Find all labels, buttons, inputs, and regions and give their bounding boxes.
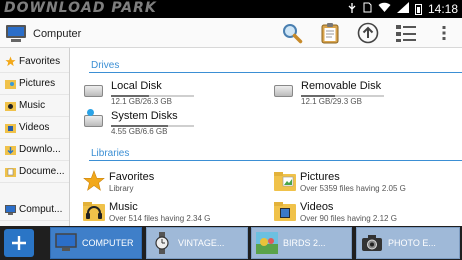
computer-icon <box>5 25 27 43</box>
sidebar-item-videos[interactable]: Videos <box>0 117 69 139</box>
watch-icon <box>151 232 173 254</box>
sidebar-item-label: Comput... <box>19 204 63 215</box>
video-folder-icon <box>274 200 296 222</box>
computer-icon <box>55 232 77 254</box>
picture-folder-icon <box>5 78 16 89</box>
section-divider <box>89 72 462 73</box>
library-desc: Over 514 files having 2.34 G <box>109 214 211 223</box>
watermark: DOWNLOAD PARK <box>4 0 157 16</box>
drive-size: 12.1 GB/26.3 GB <box>111 97 172 106</box>
sidebar-item-label: Pictures <box>19 78 56 89</box>
clipboard-button[interactable] <box>312 18 348 48</box>
star-icon <box>5 56 16 67</box>
library-favorites[interactable]: Favorites Library <box>83 170 263 198</box>
sidebar: Favorites Pictures Music Videos Downlo..… <box>0 48 70 226</box>
action-bar: Computer <box>0 18 462 48</box>
image-icon <box>256 232 278 254</box>
system-disk-icon <box>84 109 103 127</box>
up-button[interactable] <box>350 18 386 48</box>
overflow-menu-button[interactable] <box>426 18 462 48</box>
main-content: Drives Local Disk 12.1 GB/26.3 GB Remova… <box>81 48 462 226</box>
library-desc: Over 5359 files having 2.05 G <box>300 184 406 193</box>
page-title: Computer <box>33 28 82 40</box>
tab-label: BIRDS 2... <box>283 238 326 248</box>
sidebar-item-label: Music <box>19 100 46 111</box>
drive-removable-disk[interactable]: Removable Disk 12.1 GB/29.3 GB <box>274 80 459 108</box>
library-name: Favorites <box>109 171 155 183</box>
tab-computer[interactable]: COMPUTER <box>50 227 142 259</box>
wifi-icon <box>378 2 391 16</box>
document-folder-icon <box>5 166 16 177</box>
battery-icon <box>414 3 422 15</box>
section-title-libraries: Libraries <box>91 148 130 159</box>
sidebar-item-downloads[interactable]: Downlo... <box>0 139 69 161</box>
tab-birds[interactable]: BIRDS 2... <box>251 227 352 259</box>
location-title[interactable]: Computer <box>5 23 81 45</box>
drive-name: System Disks <box>111 110 178 122</box>
clipboard-icon <box>321 23 339 44</box>
view-mode-button[interactable] <box>388 18 424 48</box>
drive-system-disks[interactable]: System Disks 4.55 GB/6.6 GB <box>84 109 264 138</box>
library-desc: Library <box>109 184 134 193</box>
hard-disk-icon <box>84 85 103 97</box>
toolbar <box>274 18 462 48</box>
sidebar-item-label: Downlo... <box>19 144 61 155</box>
library-music[interactable]: Music Over 514 files having 2.34 G <box>83 200 263 228</box>
drive-name: Removable Disk <box>301 80 382 92</box>
status-bar: DOWNLOAD PARK 14:18 <box>0 0 462 18</box>
star-icon <box>83 170 105 192</box>
section-divider <box>89 160 462 161</box>
library-pictures[interactable]: Pictures Over 5359 files having 2.05 G <box>274 170 460 198</box>
drive-name: Local Disk <box>111 80 162 92</box>
search-icon <box>283 24 303 44</box>
library-name: Music <box>109 201 138 213</box>
plus-icon <box>12 236 26 250</box>
search-button[interactable] <box>274 18 310 48</box>
clock: 14:18 <box>427 2 458 16</box>
up-arrow-icon <box>357 22 379 44</box>
sidebar-item-computer[interactable]: Comput... <box>0 199 69 221</box>
library-name: Pictures <box>300 171 340 183</box>
task-bar: COMPUTER VINTAGE... BIRDS 2... PHOTO E..… <box>0 226 462 260</box>
status-icons: 14:18 <box>347 0 458 18</box>
section-title-drives: Drives <box>91 60 120 71</box>
drive-size: 4.55 GB/6.6 GB <box>111 127 168 136</box>
library-desc: Over 90 files having 2.12 G <box>300 214 397 223</box>
tab-photo-editor[interactable]: PHOTO E... <box>356 227 460 259</box>
picture-folder-icon <box>274 170 296 192</box>
view-mode-icon <box>396 25 416 42</box>
tab-label: COMPUTER <box>82 238 134 248</box>
sidebar-item-label: Docume... <box>19 166 65 177</box>
sim-icon <box>363 2 372 16</box>
sidebar-item-documents[interactable]: Docume... <box>0 161 69 183</box>
drive-size: 12.1 GB/29.3 GB <box>301 97 362 106</box>
computer-icon <box>5 204 16 215</box>
overflow-menu-icon <box>442 26 446 40</box>
tab-label: PHOTO E... <box>388 238 436 248</box>
drive-local-disk[interactable]: Local Disk 12.1 GB/26.3 GB <box>84 80 264 108</box>
sidebar-item-music[interactable]: Music <box>0 95 69 117</box>
sidebar-item-label: Videos <box>19 122 50 133</box>
tab-label: VINTAGE... <box>178 238 225 248</box>
library-videos[interactable]: Videos Over 90 files having 2.12 G <box>274 200 460 228</box>
usb-icon <box>347 2 357 16</box>
music-folder-icon <box>83 200 105 222</box>
tab-vintage[interactable]: VINTAGE... <box>146 227 248 259</box>
sidebar-item-label: Favorites <box>19 56 61 67</box>
download-folder-icon <box>5 144 16 155</box>
signal-icon <box>396 2 409 16</box>
sidebar-item-favorites[interactable]: Favorites <box>0 51 69 73</box>
music-folder-icon <box>5 100 16 111</box>
sidebar-item-pictures[interactable]: Pictures <box>0 73 69 95</box>
camera-icon <box>361 232 383 254</box>
new-tab-button[interactable] <box>4 229 34 257</box>
library-name: Videos <box>300 201 334 213</box>
video-folder-icon <box>5 122 16 133</box>
removable-disk-icon <box>274 85 293 97</box>
